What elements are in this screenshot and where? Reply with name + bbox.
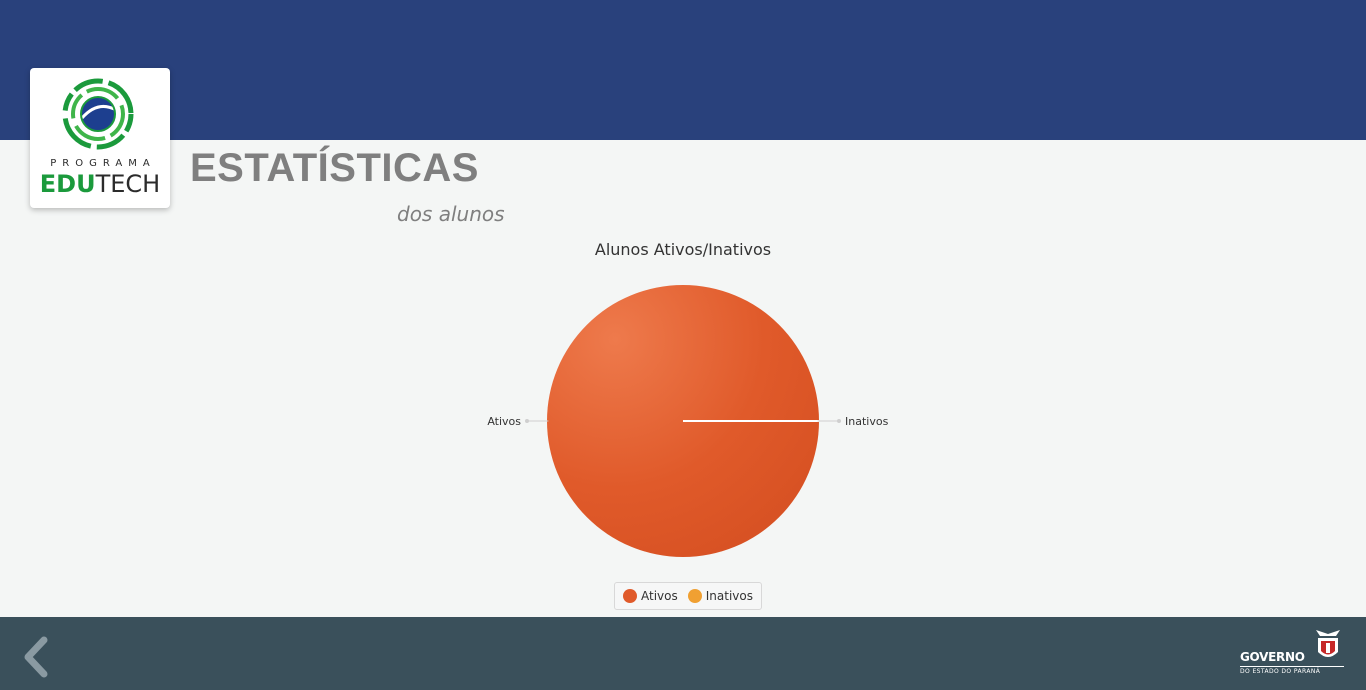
- governo-parana-logo: GOVERNO DO ESTADO DO PARANÁ: [1240, 628, 1346, 678]
- legend-label-ativos: Ativos: [641, 589, 678, 603]
- footer-band: [0, 617, 1366, 690]
- parana-crest-icon: [1316, 630, 1340, 657]
- pie-connector-dot-inativos: [837, 419, 841, 423]
- chart-legend: Ativos Inativos: [614, 582, 762, 610]
- edutech-logo: PROGRAMA EDUTECH: [30, 68, 170, 208]
- legend-label-inativos: Inativos: [705, 589, 753, 603]
- pie-label-inativos: Inativos: [845, 415, 889, 428]
- gov-logo-line2: DO ESTADO DO PARANÁ: [1240, 666, 1344, 675]
- logo-tech-text: TECH: [95, 170, 161, 198]
- legend-item-inativos[interactable]: Inativos: [687, 589, 753, 603]
- legend-item-ativos[interactable]: Ativos: [623, 589, 678, 603]
- header-band: [0, 0, 1366, 140]
- page-title: ESTATÍSTICAS: [190, 146, 479, 190]
- gov-logo-line1: GOVERNO: [1240, 650, 1305, 664]
- logo-programa-label: PROGRAMA: [50, 158, 156, 169]
- pie-connector-dot-ativos: [525, 419, 529, 423]
- page-subtitle: dos alunos: [397, 202, 505, 226]
- logo-edutech-label: EDUTECH: [30, 169, 170, 199]
- legend-swatch-inativos: [687, 589, 702, 603]
- legend-swatch-ativos: [623, 589, 637, 603]
- chart-title: Alunos Ativos/Inativos: [594, 240, 772, 259]
- pie-label-ativos: Ativos: [487, 415, 521, 428]
- pie-chart: Ativos Inativos: [487, 285, 889, 557]
- edutech-emblem-icon: [62, 78, 134, 150]
- chevron-left-icon[interactable]: [20, 636, 52, 678]
- logo-edu-text: EDU: [39, 170, 96, 198]
